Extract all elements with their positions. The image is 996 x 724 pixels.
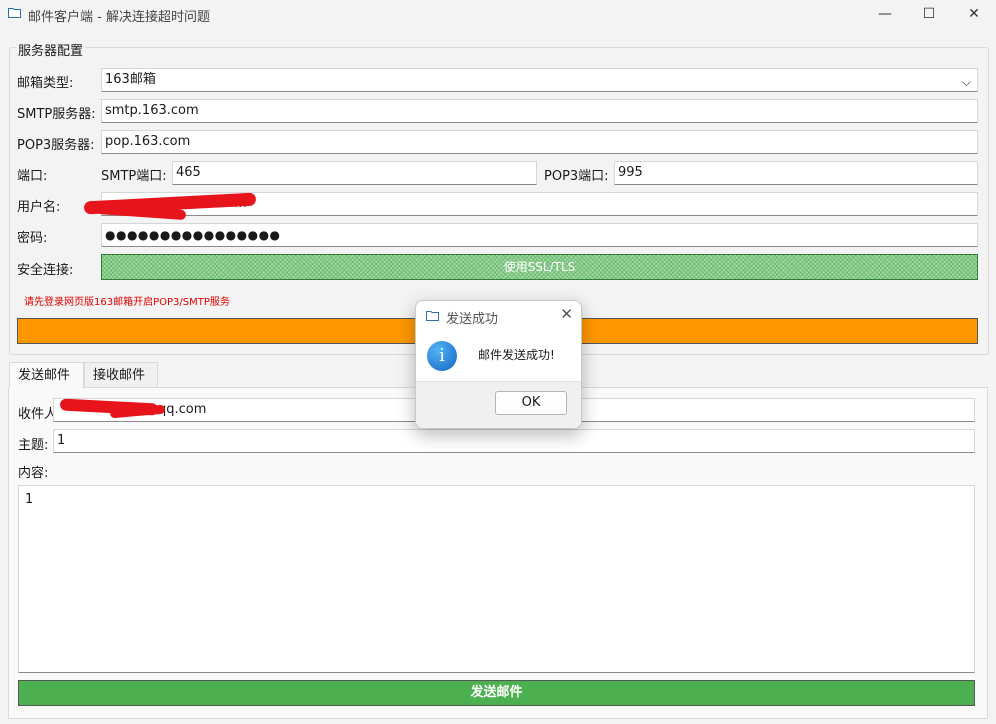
subject-input[interactable]: 1: [53, 429, 975, 453]
folder-icon: [426, 311, 439, 321]
success-dialog: 发送成功 ✕ i 邮件发送成功! OK: [415, 300, 582, 429]
ok-button[interactable]: OK: [495, 391, 567, 415]
window-title: 邮件客户端 - 解决连接超时问题: [28, 10, 210, 25]
folder-icon: [8, 8, 21, 18]
title-bar: 邮件客户端 - 解决连接超时问题 — ☐ ✕: [0, 0, 996, 28]
mailbox-type-value: 163邮箱: [105, 72, 156, 87]
password-input[interactable]: ●●●●●●●●●●●●●●●●: [101, 223, 978, 247]
smtp-port-input[interactable]: 465: [172, 161, 537, 185]
pop3-server-input[interactable]: pop.163.com: [101, 130, 978, 154]
send-mail-button[interactable]: 发送邮件: [18, 680, 975, 706]
smtp-server-label: SMTP服务器:: [17, 107, 96, 122]
hint-text: 请先登录网页版163邮箱开启POP3/SMTP服务: [24, 297, 230, 308]
mailbox-type-select[interactable]: 163邮箱 ⌵: [101, 68, 978, 92]
pop3-port-input[interactable]: 995: [614, 161, 978, 185]
pop3-port-label: POP3端口:: [544, 169, 609, 184]
minimize-button[interactable]: —: [862, 0, 908, 28]
dialog-close-icon[interactable]: ✕: [560, 305, 573, 323]
content-textarea[interactable]: 1: [18, 485, 975, 673]
dialog-footer: OK: [416, 381, 581, 428]
dialog-title: 发送成功: [446, 312, 499, 327]
server-config-title: 服务器配置: [16, 40, 86, 59]
chevron-down-icon: ⌵: [961, 75, 971, 89]
smtp-server-input[interactable]: smtp.163.com: [101, 99, 978, 123]
maximize-button[interactable]: ☐: [906, 0, 952, 28]
ssl-toggle-button[interactable]: 使用SSL/TLS: [101, 254, 978, 280]
password-label: 密码:: [17, 231, 48, 246]
tab-receive-mail[interactable]: 接收邮件: [84, 362, 158, 388]
content-label: 内容:: [18, 466, 49, 481]
smtp-port-label: SMTP端口:: [101, 169, 167, 184]
close-button[interactable]: ✕: [951, 0, 996, 28]
username-label: 用户名:: [17, 200, 61, 215]
secure-connection-label: 安全连接:: [17, 263, 74, 278]
info-icon: i: [427, 341, 457, 371]
recipient-visible-text: qq.com: [158, 402, 207, 417]
pop3-server-label: POP3服务器:: [17, 138, 95, 153]
mailbox-type-label: 邮箱类型:: [17, 76, 74, 91]
tab-send-mail[interactable]: 发送邮件: [9, 362, 84, 388]
dialog-message: 邮件发送成功!: [478, 348, 555, 362]
subject-label: 主题:: [18, 438, 49, 453]
port-label: 端口:: [17, 169, 48, 184]
